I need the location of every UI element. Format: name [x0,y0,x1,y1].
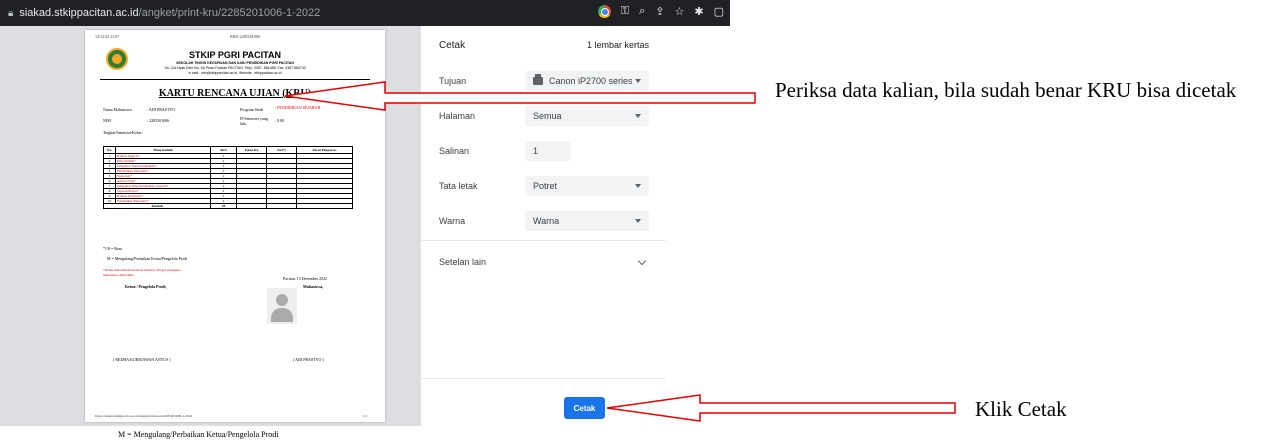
pages-value: Semua [533,111,562,121]
ketua-name: ( REDHA KURNIAWAN ANTUS ) [113,357,171,362]
footer-divider [421,378,666,379]
total-sks: 20 [210,203,237,209]
header-date: 13/12/22 13.07 [95,34,120,39]
url-text[interactable]: siakad.stkippacitan.ac.id/angket/print-k… [19,7,320,19]
extensions-icon[interactable]: ✱ [694,5,703,18]
table-header-row: No. Mata Kuliah SKS Ujian Ke Ket*) Paraf… [103,146,353,154]
col-mata-kuliah: Mata Kuliah [115,146,211,154]
copies-label: Salinan [439,146,470,156]
prodi-value: : PENDIDIKAN SEJARAH [275,105,321,110]
kru-table: No. Mata Kuliah SKS Ujian Ke Ket*) Paraf… [103,146,353,209]
col-no: No. [103,146,116,154]
place-date: Pacitan, 13 Desember 2022 [283,276,327,281]
print-settings-panel: Cetak 1 lembar kertas Tujuan Canon iP270… [420,26,666,426]
nim-label: NIM [103,118,111,123]
chevron-down-icon[interactable] [637,256,647,266]
color-value: Warna [533,216,560,226]
document-title: KARTU RENCANA UJIAN (KRU) [158,88,312,99]
ketua-label: Ketua / Pengelola Prodi, [125,284,167,289]
table-total-row: Jumlah 20 [103,203,353,209]
printer-icon [533,74,543,85]
col-ujian-ke: Ujian Ke [236,146,267,154]
browser-toolbar-icons: ⚿ ⌕ ⇪ ☆ ✱ ▢ [597,4,724,18]
note-mengulang: M = Mengulang/Perbaikan Ketua/Pengelola … [107,256,188,261]
copies-input[interactable]: 1 [525,141,571,161]
header-divider [100,79,370,80]
institution-subtitle: SEKOLAH TINGGI KEGURUAN DAN ILMU PENDIDI… [176,61,294,65]
warning-note: *Nama mata kuliah bertanda bintang sebag… [103,268,181,272]
annotation-click-print: Klik Cetak [975,397,1067,421]
key-icon[interactable]: ⚿ [621,4,629,18]
warning-note-2: mahasiswa dibatalkan [103,273,134,277]
share-icon[interactable]: ⇪ [655,5,664,18]
nim-value: : 2285201006 [147,118,170,123]
chrome-icon[interactable] [597,4,611,18]
destination-label: Tujuan [439,76,467,86]
sidebar-icon[interactable]: ▢ [714,5,724,18]
note-baru: *) B = Baru [103,246,123,251]
nama-value: : ADI PRASTYO [147,107,176,112]
col-ket: Ket*) [266,146,297,154]
dropdown-caret-icon [635,79,641,83]
pages-select[interactable]: Semua [525,106,649,126]
layout-select[interactable]: Potret [525,176,649,196]
dropdown-caret-icon [635,184,641,188]
ip-value: : 0.00 [275,118,285,123]
nama-label: Nama Mahasiswa [103,107,132,112]
total-label: Jumlah [103,203,211,209]
tingkat-label: Tingkat/Semester/Kelas : [103,130,144,135]
print-button[interactable]: Cetak [564,397,605,419]
pages-label: Halaman [439,111,476,121]
mahasiswa-name: ( ADI PRASTYO ) [293,357,324,362]
print-preview-area: 13/12/22 13.07 KRU-2285201006 STKIP PGRI… [0,26,420,426]
col-sks: SKS [210,146,237,154]
dropdown-caret-icon [635,219,641,223]
destination-select[interactable]: Canon iP2700 series [525,71,649,91]
destination-value: Canon iP2700 series [549,76,633,86]
layout-label: Tata letak [439,181,478,191]
settings-divider [421,240,666,241]
document-page: 13/12/22 13.07 KRU-2285201006 STKIP PGRI… [85,30,385,422]
sheet-count: 1 lembar kertas [586,40,649,50]
page-number: 1/1 [363,414,368,418]
page-footer-url: https://siakad.stkippacitan.ac.id/angket… [95,414,193,418]
mahasiswa-label: Mahasiswa, [303,284,324,289]
star-icon[interactable]: ☆ [675,5,685,18]
institution-address: Jln. Cut Nyak Dien No. 4A Ploso Pacitan … [164,66,306,70]
ip-label: IP Semester yang lalu [240,116,268,126]
prodi-label: Program Studi [240,107,264,112]
color-select[interactable]: Warna [525,211,649,231]
zoom-icon[interactable]: ⌕ [639,4,645,18]
annotation-check-data: Periksa data kalian, bila sudah benar KR… [775,78,1237,102]
header-doc-code: KRU-2285201006 [230,34,260,39]
institution-email: e-mail : info@stkippacitan.ac.id, Websit… [188,71,282,75]
print-panel-title: Cetak [439,40,466,51]
dropdown-caret-icon [635,114,641,118]
more-settings-toggle[interactable]: Setelan lain [439,257,486,267]
institution-name: STKIP PGRI PACITAN [188,50,281,60]
col-paraf: Paraf Pengawas [296,146,353,154]
layout-value: Potret [533,181,558,191]
document-below-text: M = Mengulang/Perbaikan Ketua/Pengelola … [118,430,279,439]
color-label: Warna [439,216,466,226]
browser-address-bar[interactable]: 🔒︎ siakad.stkippacitan.ac.id/angket/prin… [0,0,730,26]
lock-icon: 🔒︎ [8,7,14,19]
student-photo-placeholder [267,288,297,324]
